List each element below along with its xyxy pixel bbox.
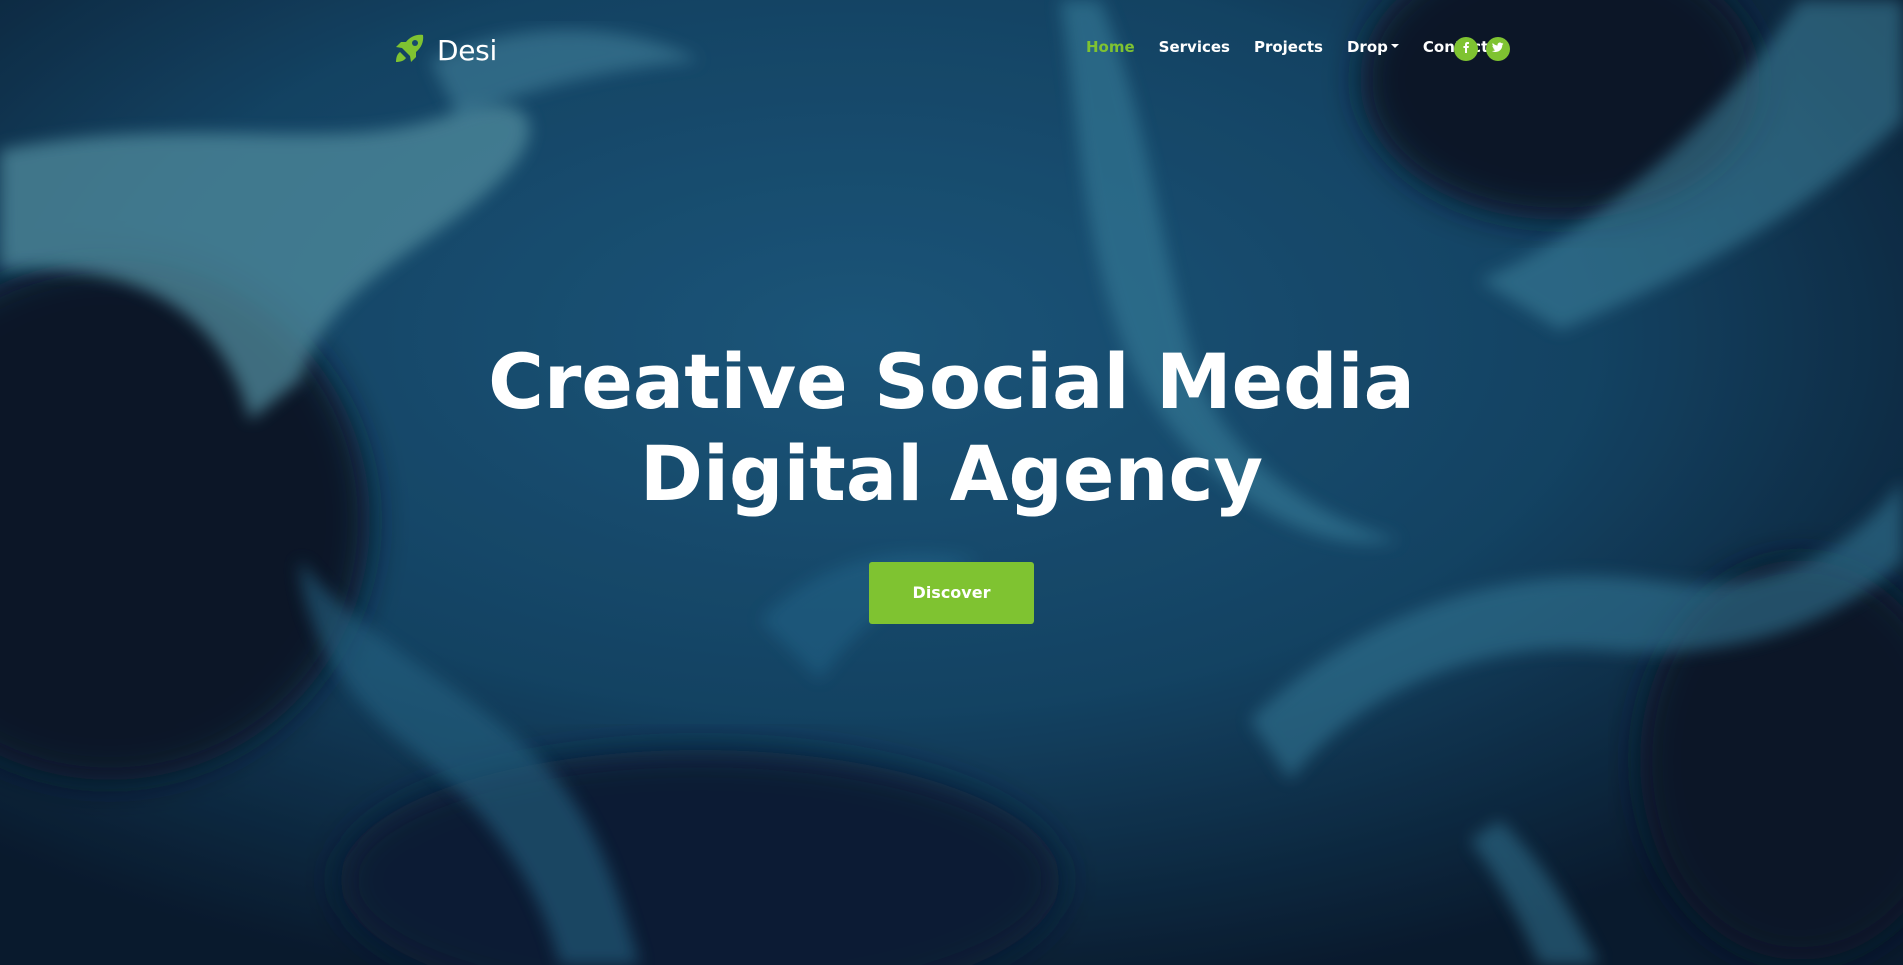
- facebook-link[interactable]: [1454, 37, 1478, 61]
- social-links: [1454, 37, 1518, 61]
- top-navbar: Desi Home Services Projects Drop Contact: [0, 0, 1903, 96]
- nav-item-home[interactable]: Home: [1086, 38, 1135, 56]
- hero-title: Creative Social Media Digital Agency: [0, 336, 1903, 520]
- hero-title-line-1: Creative Social Media: [488, 337, 1415, 426]
- hero-title-line-2: Digital Agency: [639, 429, 1264, 518]
- twitter-link[interactable]: [1486, 37, 1510, 61]
- caret-down-icon: [1390, 43, 1399, 48]
- discover-button[interactable]: Discover: [869, 562, 1034, 624]
- brand-logo-link[interactable]: Desi: [392, 30, 497, 71]
- twitter-icon: [1492, 40, 1504, 58]
- nav-item-drop-label: Drop: [1346, 38, 1388, 56]
- rocket-icon: [392, 30, 437, 71]
- nav-item-services[interactable]: Services: [1159, 38, 1230, 56]
- nav-item-drop[interactable]: Drop: [1347, 38, 1399, 56]
- main-menu: Home Services Projects Drop Contact: [1086, 38, 1512, 56]
- hero-section: Creative Social Media Digital Agency Dis…: [0, 336, 1903, 624]
- brand-name: Desi: [437, 34, 497, 67]
- facebook-icon: [1460, 40, 1472, 58]
- nav-item-projects[interactable]: Projects: [1254, 38, 1323, 56]
